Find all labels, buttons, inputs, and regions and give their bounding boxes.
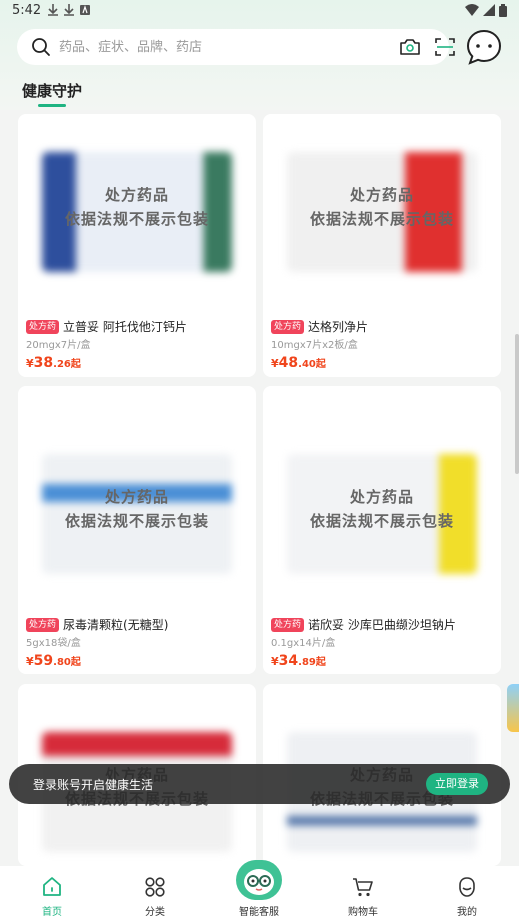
section-underline bbox=[38, 104, 66, 107]
product-image: 处方药品 依据法规不展示包装 bbox=[263, 416, 501, 616]
scan-icon[interactable] bbox=[434, 37, 456, 57]
nav-item-profile[interactable]: 我的 bbox=[427, 866, 507, 924]
product-image: 处方药品 依据法规不展示包装 bbox=[18, 416, 256, 616]
product-card[interactable]: 处方药品 依据法规不展示包装 处方药 达格列净片 10mgx7片x2板/盒 ¥4… bbox=[263, 114, 501, 377]
product-price: ¥38.26起 bbox=[26, 352, 81, 371]
status-system-icons bbox=[465, 4, 507, 17]
prescription-notice-text: 依据法规不展示包装 bbox=[64, 512, 209, 530]
price-currency: ¥ bbox=[271, 655, 279, 668]
prescription-notice-title: 处方药品 bbox=[349, 186, 414, 204]
search-bar[interactable] bbox=[17, 29, 455, 65]
toast-text: 登录账号开启健康生活 bbox=[33, 778, 154, 792]
price-currency: ¥ bbox=[26, 357, 34, 370]
status-time: 5:42 bbox=[12, 3, 42, 18]
section-title[interactable]: 健康守护 bbox=[22, 80, 82, 101]
status-bar: 5:42 bbox=[0, 0, 519, 22]
profile-icon bbox=[459, 877, 475, 897]
floating-promo-badge[interactable] bbox=[507, 684, 519, 732]
price-integer: 59 bbox=[33, 653, 54, 669]
app-notification-icon bbox=[80, 5, 90, 15]
price-currency: ¥ bbox=[26, 655, 34, 668]
product-name: 处方药 诺欣妥 沙库巴曲缬沙坦钠片 bbox=[271, 616, 456, 633]
message-icon[interactable] bbox=[466, 29, 502, 65]
rx-badge: 处方药 bbox=[26, 617, 60, 632]
prescription-notice-text: 依据法规不展示包装 bbox=[309, 210, 454, 228]
price-decimal: .26起 bbox=[53, 359, 81, 370]
login-toast: 登录账号开启健康生活 立即登录 bbox=[9, 764, 510, 804]
price-integer: 48 bbox=[278, 355, 299, 371]
product-name-text: 达格列净片 bbox=[308, 320, 369, 334]
status-notifications bbox=[48, 4, 90, 16]
price-integer: 38 bbox=[33, 355, 54, 371]
product-spec: 5gx18袋/盒 bbox=[26, 638, 81, 649]
product-name: 处方药 尿毒清颗粒(无糖型) bbox=[26, 616, 168, 633]
product-spec: 10mgx7片x2板/盒 bbox=[271, 340, 358, 351]
rx-badge: 处方药 bbox=[271, 319, 305, 334]
product-price: ¥59.80起 bbox=[26, 650, 81, 669]
product-name-text: 尿毒清颗粒(无糖型) bbox=[63, 618, 169, 632]
nav-item-category[interactable]: 分类 bbox=[115, 866, 195, 924]
price-decimal: .40起 bbox=[298, 359, 326, 370]
product-price: ¥34.89起 bbox=[271, 650, 326, 669]
home-icon bbox=[43, 877, 61, 896]
assistant-face-icon bbox=[244, 869, 274, 895]
nav-label: 首页 bbox=[42, 907, 62, 918]
product-card[interactable]: 处方药品 依据法规不展示包装 处方药 诺欣妥 沙库巴曲缬沙坦钠片 0.1gx14… bbox=[263, 386, 501, 674]
price-decimal: .89起 bbox=[298, 657, 326, 668]
rx-badge: 处方药 bbox=[26, 319, 60, 334]
wifi-icon bbox=[465, 4, 479, 16]
search-input[interactable] bbox=[59, 29, 359, 65]
login-button[interactable]: 立即登录 bbox=[426, 773, 488, 795]
prescription-notice-text: 依据法规不展示包装 bbox=[309, 512, 454, 530]
download-icon bbox=[64, 4, 74, 16]
product-name-text: 诺欣妥 沙库巴曲缬沙坦钠片 bbox=[308, 618, 456, 632]
product-name: 处方药 立普妥 阿托伐他汀钙片 bbox=[26, 318, 187, 335]
product-image: 处方药品 依据法规不展示包装 bbox=[18, 114, 256, 314]
camera-icon[interactable] bbox=[399, 37, 421, 57]
price-integer: 34 bbox=[278, 653, 299, 669]
nav-label: 购物车 bbox=[348, 907, 378, 918]
nav-item-home[interactable]: 首页 bbox=[12, 866, 92, 924]
product-price: ¥48.40起 bbox=[271, 352, 326, 371]
price-decimal: .80起 bbox=[53, 657, 81, 668]
battery-icon bbox=[499, 4, 507, 17]
prescription-notice-title: 处方药品 bbox=[104, 488, 169, 506]
product-image: 处方药品 依据法规不展示包装 bbox=[263, 114, 501, 314]
scrollbar[interactable] bbox=[515, 334, 519, 474]
product-card[interactable]: 处方药品 依据法规不展示包装 处方药 尿毒清颗粒(无糖型) 5gx18袋/盒 ¥… bbox=[18, 386, 256, 674]
assistant-icon[interactable] bbox=[236, 860, 282, 900]
search-icon bbox=[32, 38, 50, 56]
product-name-text: 立普妥 阿托伐他汀钙片 bbox=[63, 320, 187, 334]
nav-label: 我的 bbox=[457, 907, 477, 918]
nav-item-cart[interactable]: 购物车 bbox=[323, 866, 403, 924]
download-icon bbox=[48, 4, 58, 16]
rx-badge: 处方药 bbox=[271, 617, 305, 632]
cart-icon bbox=[353, 878, 373, 897]
signal-icon bbox=[483, 4, 495, 16]
product-card[interactable]: 处方药品 依据法规不展示包装 处方药 立普妥 阿托伐他汀钙片 20mgx7片/盒… bbox=[18, 114, 256, 377]
product-spec: 0.1gx14片/盒 bbox=[271, 638, 336, 649]
prescription-notice-title: 处方药品 bbox=[349, 488, 414, 506]
prescription-notice-text: 依据法规不展示包装 bbox=[64, 210, 209, 228]
category-icon bbox=[145, 877, 165, 897]
nav-label: 分类 bbox=[145, 907, 165, 918]
product-name: 处方药 达格列净片 bbox=[271, 318, 368, 335]
prescription-notice-title: 处方药品 bbox=[104, 186, 169, 204]
nav-label: 智能客服 bbox=[239, 907, 279, 918]
product-spec: 20mgx7片/盒 bbox=[26, 340, 91, 351]
price-currency: ¥ bbox=[271, 357, 279, 370]
